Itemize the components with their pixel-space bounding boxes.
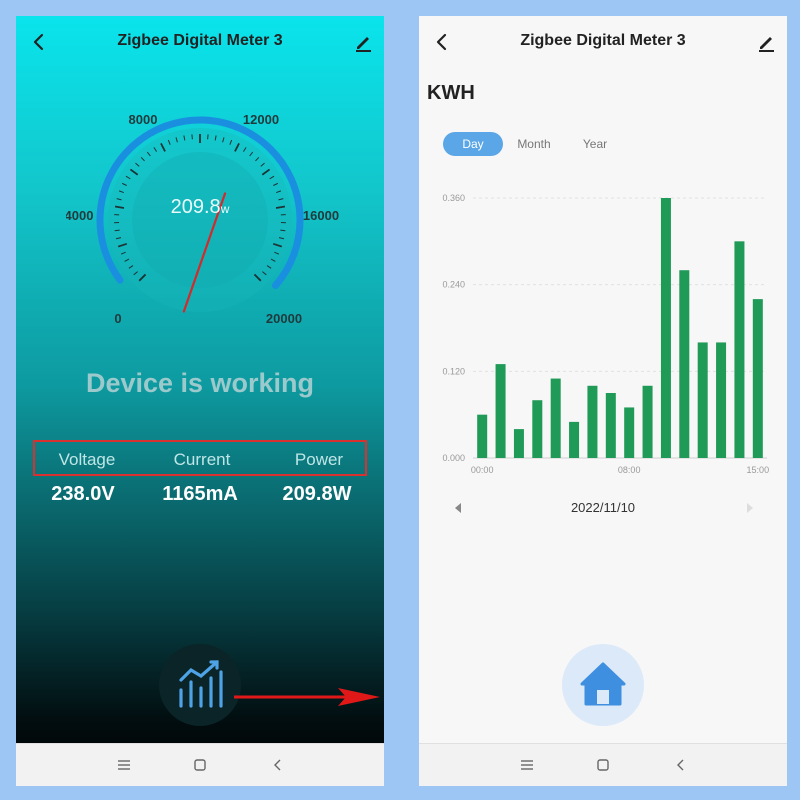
statistics-screen: Zigbee Digital Meter 3 KWH Day Month Yea… <box>419 16 787 786</box>
kwh-bar[interactable] <box>716 342 727 458</box>
kwh-bar[interactable] <box>532 400 543 458</box>
gauge-reading-value: 209.8 <box>170 196 221 218</box>
tab-day[interactable]: Day <box>443 132 503 156</box>
gauge-tick <box>114 229 120 232</box>
metric-labels-box: Voltage Current Power <box>33 440 367 476</box>
screen-title: Zigbee Digital Meter 3 <box>117 32 283 49</box>
gauge-tick <box>280 229 286 232</box>
y-tick-label: 0.360 <box>442 193 465 203</box>
kwh-bar[interactable] <box>587 385 598 458</box>
tick-label-12000: 12000 <box>243 112 279 127</box>
kwh-heading: KWH <box>427 82 475 104</box>
voltage-value: 238.0V <box>51 483 115 505</box>
y-tick-label: 0.240 <box>442 280 465 290</box>
back-nav-icon[interactable] <box>672 756 690 774</box>
kwh-bar[interactable] <box>605 393 616 458</box>
system-nav-bar <box>16 743 384 786</box>
next-date-icon[interactable] <box>745 502 755 514</box>
system-nav-bar <box>419 743 787 786</box>
kwh-bar[interactable] <box>642 385 653 458</box>
power-label: Power <box>294 450 344 469</box>
kwh-bar[interactable] <box>660 198 671 458</box>
top-bar: Zigbee Digital Meter 3 <box>16 16 384 68</box>
tick-label-0: 0 <box>114 311 121 326</box>
kwh-bar[interactable] <box>752 299 763 458</box>
tab-year[interactable]: Year <box>565 132 625 156</box>
edit-pencil-icon[interactable] <box>755 30 777 54</box>
menu-icon[interactable] <box>115 756 133 774</box>
device-status: Device is working <box>85 368 315 398</box>
kwh-bar[interactable] <box>624 407 635 458</box>
x-tick-label: 15:00 <box>747 465 770 475</box>
navigation-arrow-icon <box>234 688 380 706</box>
kwh-bar[interactable] <box>569 421 580 458</box>
y-tick-label: 0.000 <box>442 453 465 463</box>
selected-date: 2022/11/10 <box>570 500 636 515</box>
tick-label-20000: 20000 <box>266 311 302 326</box>
x-tick-label: 00:00 <box>471 465 494 475</box>
current-label: Current <box>173 450 231 469</box>
home-square-icon[interactable] <box>191 756 209 774</box>
menu-icon[interactable] <box>518 756 536 774</box>
x-tick-label: 08:00 <box>618 465 641 475</box>
home-button[interactable] <box>562 644 644 726</box>
power-value: 209.8W <box>282 483 352 505</box>
top-bar: Zigbee Digital Meter 3 <box>419 16 787 68</box>
kwh-bar[interactable] <box>495 364 506 458</box>
date-selector: 2022/11/10 <box>419 498 787 518</box>
gauge-reading: 209.8w <box>16 196 384 219</box>
current-value: 1165mA <box>162 483 238 505</box>
tick-label-8000: 8000 <box>129 112 158 127</box>
meter-screen: Zigbee Digital Meter 3 0 4000 8000 12000… <box>16 16 384 786</box>
kwh-bar[interactable] <box>513 429 524 458</box>
bar-chart-icon <box>179 660 223 708</box>
back-nav-icon[interactable] <box>269 756 287 774</box>
kwh-bar[interactable] <box>734 241 745 458</box>
gauge-reading-unit: w <box>220 202 230 216</box>
edit-pencil-icon[interactable] <box>352 30 374 54</box>
tab-month[interactable]: Month <box>503 132 565 156</box>
statistics-button[interactable] <box>159 644 241 726</box>
house-icon <box>580 662 626 706</box>
screen-title: Zigbee Digital Meter 3 <box>520 32 686 49</box>
voltage-label: Voltage <box>58 450 116 469</box>
y-tick-label: 0.120 <box>442 366 465 376</box>
kwh-bar-chart: 0.000 0.120 0.240 0.360 00:00 08:00 15:00 <box>442 193 770 475</box>
kwh-bar[interactable] <box>679 270 690 458</box>
kwh-bar[interactable] <box>477 414 488 458</box>
kwh-bar[interactable] <box>697 342 708 458</box>
home-square-icon[interactable] <box>594 756 612 774</box>
kwh-bar[interactable] <box>550 378 561 458</box>
